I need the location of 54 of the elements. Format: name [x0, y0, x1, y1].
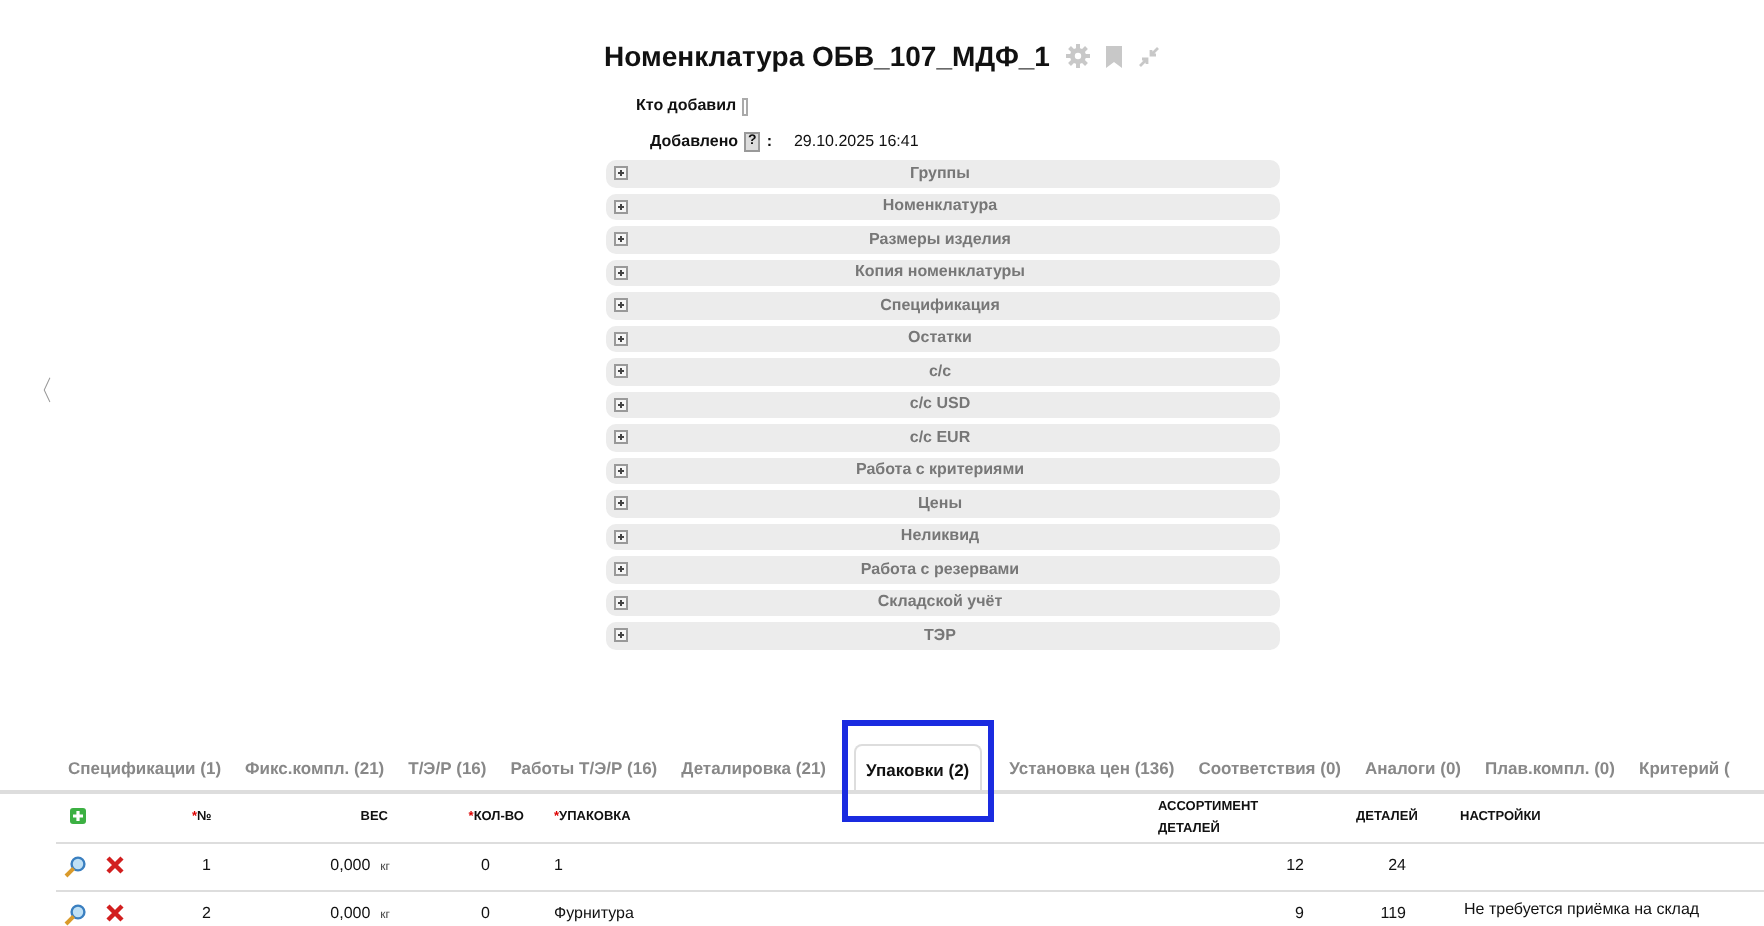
table-cell: 0,000 [330, 856, 371, 874]
table-cell: 119 [1380, 904, 1406, 922]
tab[interactable]: Спецификации (1) [56, 745, 234, 789]
table-cell: Не требуется приёмка на склад [1464, 899, 1700, 917]
section-header[interactable]: с/с [606, 358, 1280, 385]
section-header[interactable]: Остатки [606, 325, 1280, 352]
field-label: Кто добавил [636, 94, 737, 118]
delete-icon[interactable] [106, 903, 124, 921]
input-field[interactable] [742, 97, 749, 115]
section-header[interactable]: Цены [606, 490, 1280, 517]
table-cell-text: 2 [200, 902, 213, 926]
section-header[interactable]: Неликвид [606, 523, 1280, 550]
tab[interactable]: Деталировка (21) [669, 745, 839, 789]
table-cell: 1 [554, 856, 563, 874]
section-header[interactable]: Номенклатура [606, 193, 1280, 220]
search-icon[interactable] [64, 903, 86, 925]
table-cell: 0 [481, 856, 490, 874]
collapse-icon[interactable] [1137, 45, 1160, 67]
tab[interactable]: Установка цен (136) [997, 745, 1187, 789]
section-header[interactable]: Группы [606, 160, 1280, 187]
tab[interactable]: Соответствия (0) [1186, 745, 1354, 789]
page-title: Номенклатура ОБВ_107_МДФ_1 [604, 37, 1050, 76]
section-header[interactable]: с/с USD [606, 391, 1280, 418]
separator: : [766, 130, 772, 154]
tab[interactable]: Критерий ( [1627, 745, 1742, 789]
section-header[interactable]: Спецификация [606, 292, 1280, 319]
bookmark-icon[interactable] [1105, 45, 1122, 67]
delete-icon[interactable] [106, 855, 124, 873]
table-cell: Фурнитура [554, 904, 634, 922]
tab[interactable]: Работы Т/Э/Р (16) [498, 745, 670, 789]
table-cell-text: 1 [200, 854, 213, 878]
tab[interactable]: Т/Э/Р (16) [396, 745, 499, 789]
section-header[interactable]: Складской учёт [606, 589, 1280, 616]
section-header[interactable]: Копия номенклатуры [606, 259, 1280, 286]
section-header[interactable]: с/с EUR [606, 424, 1280, 451]
table-cell: 0 [481, 904, 490, 922]
tab[interactable]: Плав.компл. (0) [1473, 745, 1627, 789]
field-label: Добавлено [650, 130, 739, 154]
previous-button[interactable]: 〈 [26, 370, 54, 412]
tab[interactable]: Аналоги (0) [1353, 745, 1474, 789]
section-header[interactable]: Работа с критериями [606, 457, 1280, 484]
settings-icon[interactable] [1065, 44, 1090, 68]
section-header[interactable]: ТЭР [606, 622, 1280, 649]
table-cell: 0,000 [330, 904, 371, 922]
field-value: 29.10.2025 16:41 [793, 130, 919, 154]
table-cell: 24 [1388, 856, 1406, 874]
search-icon[interactable] [64, 855, 86, 877]
add-icon[interactable] [70, 807, 86, 824]
table-cell: 12 [1286, 856, 1304, 874]
tab[interactable]: Упаковки (2) [854, 743, 982, 789]
table-cell: 9 [1295, 904, 1304, 922]
section-header[interactable]: Работа с резервами [606, 556, 1280, 583]
section-header[interactable]: Размеры изделия [606, 226, 1280, 253]
tab[interactable]: Фикс.компл. (21) [233, 745, 397, 789]
